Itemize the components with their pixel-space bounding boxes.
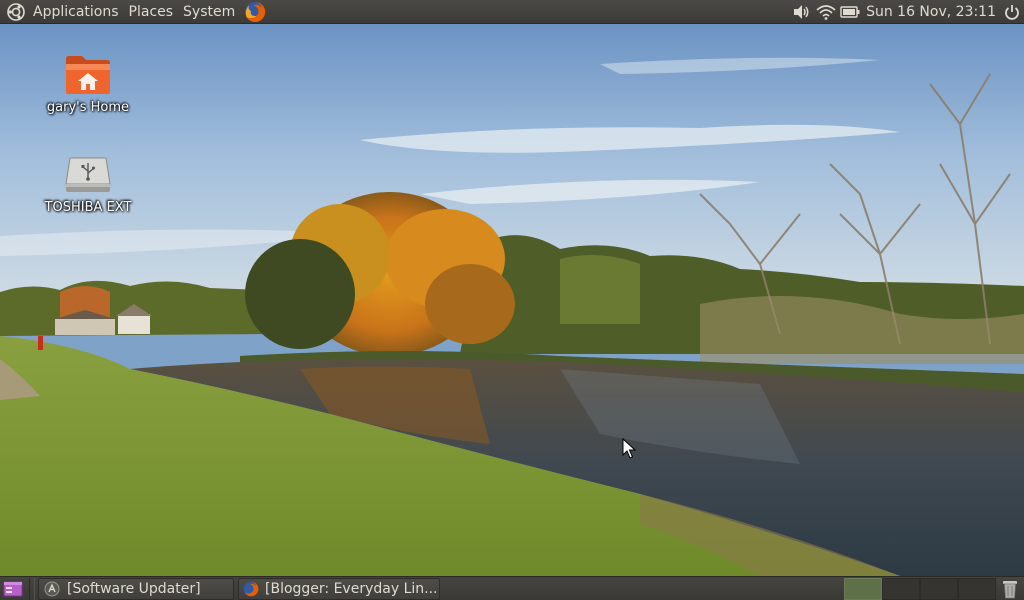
show-desktop-icon[interactable] <box>0 577 26 600</box>
workspace-4[interactable] <box>958 578 996 600</box>
volume-icon[interactable] <box>790 0 814 24</box>
clock[interactable]: Sun 16 Nov, 23:11 <box>862 0 1000 24</box>
desktop-icon-home[interactable]: gary's Home <box>38 51 138 115</box>
taskbar-label: [Software Updater] <box>67 580 201 597</box>
system-tray: Sun 16 Nov, 23:11 <box>790 0 1024 24</box>
home-folder-icon <box>62 51 114 97</box>
desktop-icon-home-label: gary's Home <box>46 100 130 115</box>
mouse-cursor-icon <box>622 438 636 459</box>
desktop-icon-toshiba-label: TOSHIBA EXT <box>44 200 132 215</box>
wallpaper <box>0 24 1024 576</box>
wifi-icon[interactable] <box>814 0 838 24</box>
menu-places[interactable]: Places <box>124 0 179 24</box>
panel-separator <box>29 577 35 600</box>
menu-system[interactable]: System <box>178 0 240 24</box>
workspace-3[interactable] <box>920 578 958 600</box>
software-updater-icon <box>43 580 61 598</box>
trash-icon[interactable] <box>998 577 1022 600</box>
taskbar-button-software-updater[interactable]: [Software Updater] <box>38 577 234 600</box>
menu-bar: Applications Places System <box>0 0 268 24</box>
workspace-switcher <box>844 578 996 600</box>
desktop[interactable]: gary's Home TOSHIBA EXT <box>0 24 1024 576</box>
workspace-1[interactable] <box>844 578 882 600</box>
usb-drive-icon <box>62 151 114 197</box>
workspace-2[interactable] <box>882 578 920 600</box>
power-icon[interactable] <box>1000 0 1024 24</box>
taskbar-label: [Blogger: Everyday Lin... <box>265 580 438 597</box>
firefox-icon <box>243 580 259 598</box>
menu-applications[interactable]: Applications <box>28 0 124 24</box>
firefox-icon[interactable] <box>242 0 268 24</box>
desktop-icon-toshiba[interactable]: TOSHIBA EXT <box>38 151 138 215</box>
ubuntu-logo-icon[interactable] <box>4 0 28 24</box>
bottom-panel: [Software Updater] [Blogger: Everyday Li… <box>0 576 1024 600</box>
battery-icon[interactable] <box>838 0 862 24</box>
taskbar-button-firefox[interactable]: [Blogger: Everyday Lin... <box>238 577 440 600</box>
top-panel: Applications Places System Sun 16 Nov, 2… <box>0 0 1024 24</box>
